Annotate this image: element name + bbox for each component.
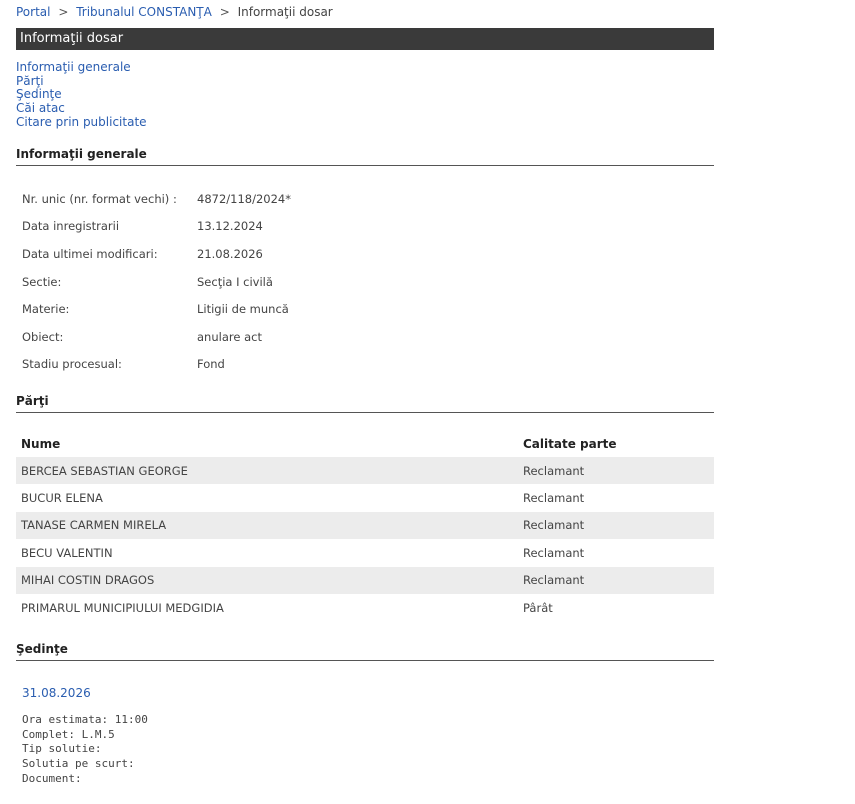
hearing-document: Document: (22, 771, 82, 785)
info-row: Sectie: Secţia I civilă (22, 268, 291, 296)
info-row: Data inregistrarii 13.12.2024 (22, 213, 291, 241)
table-header-row: Nume Calitate parte (16, 430, 714, 457)
info-label: Nr. unic (nr. format vechi) : (22, 191, 177, 206)
info-value: Litigii de muncă (197, 302, 289, 317)
info-label: Data ultimei modificari: (22, 246, 158, 261)
info-row: Materie: Litigii de muncă (22, 295, 291, 323)
info-row: Nr. unic (nr. format vechi) : 4872/118/2… (22, 185, 291, 213)
nav-link-public-summons[interactable]: Citare prin publicitate (16, 115, 147, 130)
hearing-solution-summary: Solutia pe scurt: (22, 757, 135, 771)
hearing-details: Ora estimata: 11:00 Complet: L.M.5 Tip s… (22, 713, 148, 787)
party-role: Reclamant (518, 457, 714, 485)
info-label: Materie: (22, 302, 70, 317)
section-nav: Informaţii generale Părţi Şedinţe Căi at… (16, 60, 147, 130)
table-row: BUCUR ELENA Reclamant (16, 484, 714, 511)
info-value: 13.12.2024 (197, 219, 263, 234)
info-value: Secţia I civilă (197, 274, 273, 289)
party-name: MIHAI COSTIN DRAGOS (16, 566, 518, 594)
party-name: TANASE CARMEN MIRELA (16, 511, 518, 540)
nav-link-hearings[interactable]: Şedinţe (16, 88, 147, 102)
table-row: MIHAI COSTIN DRAGOS Reclamant (16, 566, 714, 594)
nav-link-parties[interactable]: Părţi (16, 74, 147, 89)
party-role: Pârât (523, 600, 553, 615)
breadcrumb-court-link[interactable]: Tribunalul CONSTANŢA (76, 5, 212, 19)
info-value: Fond (197, 357, 225, 372)
party-name: PRIMARUL MUNICIPIULUI MEDGIDIA (21, 600, 224, 615)
breadcrumb: Portal > Tribunalul CONSTANŢA > Informaţ… (16, 5, 333, 19)
table-row: BECU VALENTIN Reclamant (16, 539, 714, 566)
info-label: Sectie: (22, 274, 62, 289)
info-value: anulare act (197, 329, 262, 344)
parties-heading: Părţi (16, 394, 714, 413)
party-role: Reclamant (523, 491, 585, 506)
hearings-heading: Şedinţe (16, 642, 714, 661)
breadcrumb-portal-link[interactable]: Portal (16, 5, 50, 19)
breadcrumb-separator: > (58, 5, 69, 19)
party-role: Reclamant (518, 566, 714, 594)
info-value: 4872/118/2024* (197, 191, 291, 206)
info-row: Stadiu procesual: Fond (22, 351, 291, 379)
table-row: BERCEA SEBASTIAN GEORGE Reclamant (16, 457, 714, 485)
hearing-date: 31.08.2026 (22, 686, 91, 700)
info-label: Data inregistrarii (22, 219, 120, 234)
info-row: Obiect: anulare act (22, 323, 291, 351)
general-info-table: Nr. unic (nr. format vechi) : 4872/118/2… (22, 185, 291, 378)
breadcrumb-current: Informaţii dosar (237, 5, 333, 19)
parties-table: Nume Calitate parte BERCEA SEBASTIAN GEO… (16, 430, 714, 621)
info-label: Obiect: (22, 329, 64, 344)
party-role: Reclamant (523, 545, 585, 560)
table-row: PRIMARUL MUNICIPIULUI MEDGIDIA Pârât (16, 594, 714, 621)
hearing-solution-type: Tip solutie: (22, 742, 102, 756)
table-row: TANASE CARMEN MIRELA Reclamant (16, 511, 714, 540)
column-header-name: Nume (21, 436, 61, 451)
party-name: BUCUR ELENA (21, 491, 103, 506)
nav-link-general-info[interactable]: Informaţii generale (16, 60, 147, 75)
info-value: 21.08.2026 (197, 246, 263, 261)
general-info-heading: Informaţii generale (16, 147, 714, 166)
info-row: Data ultimei modificari: 21.08.2026 (22, 240, 291, 268)
column-header-role: Calitate parte (523, 436, 617, 451)
nav-link-appeals[interactable]: Căi atac (16, 101, 147, 116)
party-role: Reclamant (518, 511, 714, 540)
info-label: Stadiu procesual: (22, 357, 122, 372)
hearing-panel: Complet: L.M.5 (22, 727, 115, 741)
party-name: BECU VALENTIN (21, 545, 113, 560)
breadcrumb-separator: > (219, 5, 230, 19)
party-name: BERCEA SEBASTIAN GEORGE (16, 457, 518, 485)
hearing-estimated-time: Ora estimata: 11:00 (22, 713, 148, 726)
page-title-bar: Informaţii dosar (16, 28, 714, 50)
